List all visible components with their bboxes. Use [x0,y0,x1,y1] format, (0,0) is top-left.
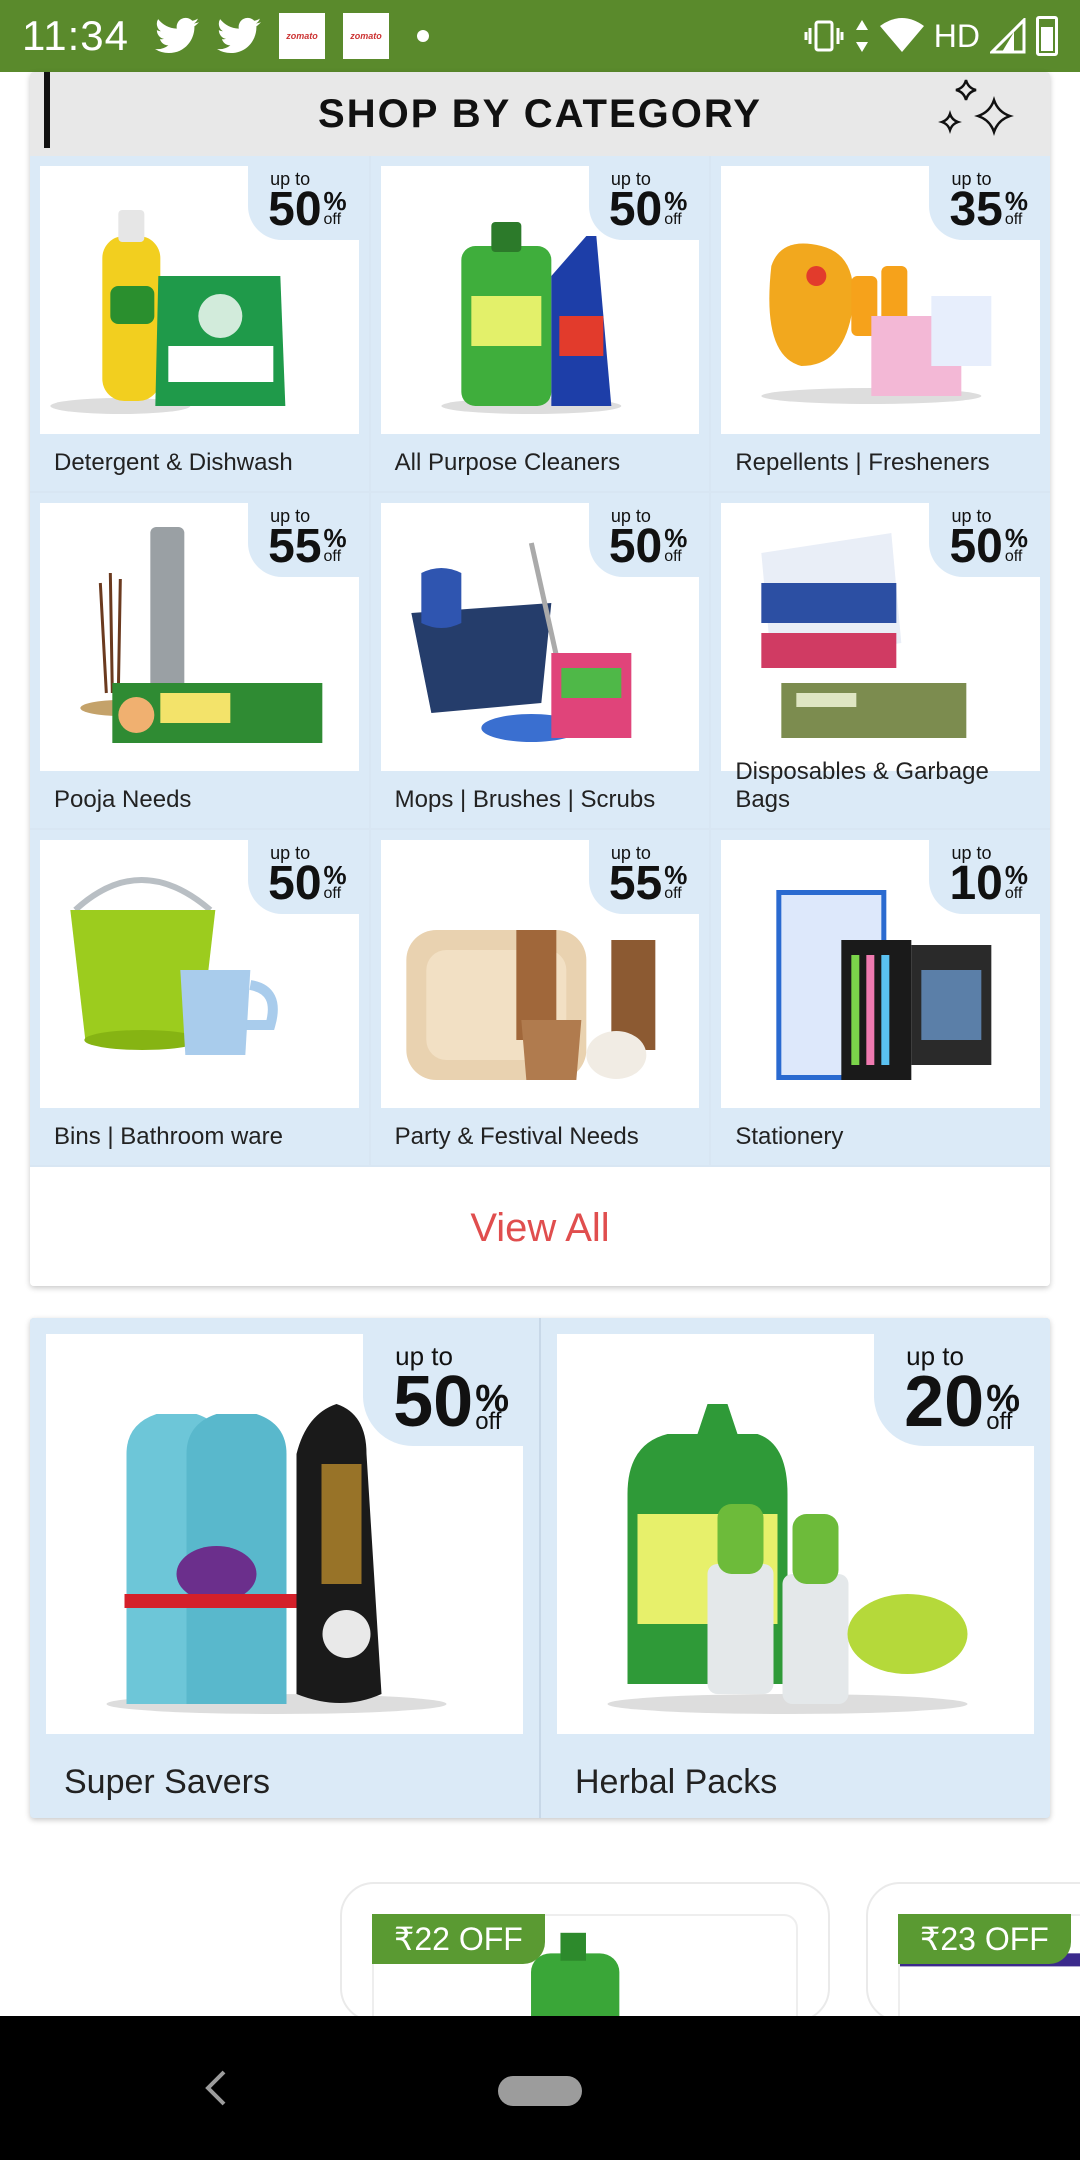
product-image: up to 10 % off [721,840,1040,1108]
promo-label: Herbal Packs [575,1763,778,1801]
discount-value: 10 [949,857,1003,910]
offer-product-card[interactable]: ₹22 OFF [340,1882,830,2022]
discount-badge: up to 10 % off [929,840,1040,914]
notification-icons: zomato zomato [155,13,429,59]
home-pill-button[interactable] [498,2076,582,2106]
discount-badge: up to 50 % off [929,503,1040,577]
discount-badge: up to 50 % off [588,503,700,577]
discount-badge: up to 50 % off [588,166,700,240]
offer-product-card[interactable]: ₹23 OFF [866,1882,1080,2022]
discount-value: 50 [268,857,322,910]
category-label: Bins | Bathroom ware [54,1123,283,1150]
category-tile-mops[interactable]: up to 50 % off Mops | Brushes | Scrubs [370,493,710,828]
discount-badge: up to 20 % off [874,1334,1034,1446]
status-bar: 11:34 zomato zomato HD [0,0,1080,72]
category-tile-detergent[interactable]: up to 50 % off Detergent & Dishwash [30,156,369,491]
view-all-button[interactable]: View All [30,1165,1050,1286]
category-label: Party & Festival Needs [394,1123,639,1150]
offer-tag: ₹22 OFF [372,1914,545,1964]
system-icons: HD [804,16,1058,56]
category-grid: up to 50 % off Detergent & Dishwash up t… [30,156,1050,1165]
product-image: up to 50 % off [721,503,1040,771]
product-image: up to 50 % off [40,840,359,1108]
vibrate-icon [804,20,844,52]
category-label: Disposables & Garbage Bags [735,758,989,813]
category-tile-party[interactable]: up to 55 % off Party & Festival Needs [370,830,710,1165]
discount-badge: up to 35 % off [929,166,1040,240]
category-label: Detergent & Dishwash [54,449,293,476]
discount-badge: up to 50 % off [248,166,359,240]
promo-card: up to 50 % off Super Savers up to 20 % o… [30,1318,1050,1818]
discount-value: 55 [268,520,322,573]
category-tile-bins[interactable]: up to 50 % off Bins | Bathroom ware [30,830,369,1165]
category-tile-pooja[interactable]: up to 55 % off Pooja Needs [30,493,369,828]
category-header: SHOP BY CATEGORY [30,72,1050,156]
promo-label: Super Savers [64,1763,270,1801]
category-tile-stationery[interactable]: up to 10 % off Stationery [711,830,1050,1165]
wifi-icon [879,18,924,52]
dot-icon [417,30,429,42]
promo-tile-super-savers[interactable]: up to 50 % off Super Savers [30,1318,539,1818]
category-label: Mops | Brushes | Scrubs [394,786,656,813]
category-label: Stationery [735,1123,844,1150]
product-image: up to 55 % off [40,503,359,771]
zomato-icon: zomato [343,13,389,59]
shop-by-category-card: SHOP BY CATEGORY up to 50 % off Detergen… [30,72,1050,1286]
discount-value: 35 [949,183,1003,236]
category-label: Pooja Needs [54,786,192,813]
sparkle-icon [938,79,1014,136]
category-label: Repellents | Fresheners [735,449,990,476]
offer-tag: ₹23 OFF [898,1914,1071,1964]
signal-icon [990,18,1026,54]
section-title: SHOP BY CATEGORY [318,91,762,136]
data-arrows-icon [855,20,868,52]
discount-value: 20 [904,1362,985,1442]
category-tile-disposables[interactable]: up to 50 % off Disposables & Garbage Bags [711,493,1050,828]
view-all-label: View All [470,1206,610,1250]
discount-value: 50 [393,1362,474,1442]
promo-tile-herbal-packs[interactable]: up to 20 % off Herbal Packs [541,1318,1050,1818]
discount-badge: up to 55 % off [588,840,700,914]
discount-value: 55 [608,857,663,910]
twitter-icon [155,17,199,54]
discount-badge: up to 55 % off [248,503,359,577]
category-label: All Purpose Cleaners [394,449,621,476]
category-tile-cleaners[interactable]: up to 50 % off All Purpose Cleaners [370,156,710,491]
product-image: up to 50 % off [380,503,700,771]
product-image: up to 20 % off [557,1334,1034,1734]
product-image: up to 50 % off [40,166,359,434]
product-image: up to 50 % off [380,166,700,434]
navigation-bar [0,2016,1080,2160]
twitter-icon [217,17,261,54]
discount-value: 50 [608,520,663,573]
battery-icon [1036,16,1058,56]
product-image: up to 50 % off [46,1334,523,1734]
status-time: 11:34 [22,12,129,59]
discount-value: 50 [268,183,322,236]
discount-value: 50 [608,183,663,236]
category-tile-repellents[interactable]: up to 35 % off Repellents | Fresheners [711,156,1050,491]
zomato-icon: zomato [279,13,325,59]
discount-badge: up to 50 % off [248,840,359,914]
back-icon[interactable] [196,2066,236,2110]
product-image: up to 35 % off [721,166,1040,434]
discount-badge: up to 50 % off [363,1334,523,1446]
product-image: up to 55 % off [380,840,700,1108]
network-type: HD [933,17,980,54]
discount-value: 50 [949,520,1003,573]
